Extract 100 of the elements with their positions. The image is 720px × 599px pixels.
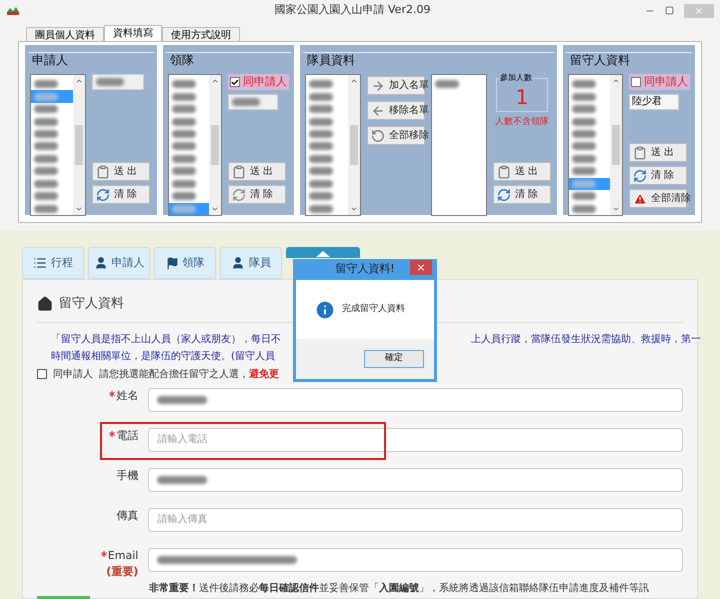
blurred-text bbox=[34, 192, 58, 200]
tab[interactable]: 申請人 bbox=[88, 247, 150, 279]
clear-button[interactable]: 清 除 bbox=[629, 166, 687, 185]
blurred-text bbox=[572, 130, 596, 138]
close-button[interactable]: × bbox=[410, 260, 432, 275]
scroll-thumb[interactable] bbox=[350, 125, 358, 165]
list-box[interactable] bbox=[305, 74, 361, 216]
group-title: 領隊 bbox=[168, 53, 196, 67]
scroll-down-icon[interactable] bbox=[612, 205, 620, 213]
blurred-text bbox=[34, 105, 58, 114]
tab[interactable]: 隊員 bbox=[220, 247, 282, 279]
list-icon bbox=[33, 256, 47, 270]
blurred-text bbox=[172, 180, 196, 188]
info-icon bbox=[314, 298, 336, 320]
blurred-text bbox=[34, 118, 58, 126]
list-item[interactable] bbox=[569, 178, 610, 190]
clear-button[interactable]: 清 除 bbox=[228, 185, 286, 204]
scroll-thumb[interactable] bbox=[612, 125, 620, 165]
tab[interactable]: 資料填寫 bbox=[104, 25, 162, 41]
same-as-applicant-checkbox[interactable] bbox=[37, 369, 47, 379]
person-icon bbox=[94, 256, 108, 270]
tab[interactable]: 團員個人資料 bbox=[26, 27, 104, 41]
clear-button[interactable]: 清 除 bbox=[92, 185, 150, 204]
scroll-down-icon[interactable] bbox=[75, 205, 83, 213]
blurred-text bbox=[172, 167, 196, 176]
blurred-text bbox=[572, 142, 596, 150]
field-note: (重要) bbox=[106, 564, 138, 580]
scrollbar[interactable] bbox=[348, 75, 360, 215]
blurred-text bbox=[309, 167, 333, 176]
scroll-up-icon[interactable] bbox=[350, 77, 358, 85]
group-title: 留守人資料 bbox=[568, 53, 632, 67]
tab[interactable]: 使用方式說明 bbox=[162, 27, 240, 41]
blurred-text bbox=[309, 92, 333, 101]
tab[interactable]: 領隊 bbox=[154, 247, 216, 279]
blurred-text bbox=[309, 142, 333, 150]
blurred-text bbox=[309, 192, 333, 200]
blurred-text bbox=[172, 130, 196, 138]
ok-button[interactable]: 確定 bbox=[364, 350, 424, 368]
blurred-text bbox=[572, 118, 596, 126]
blurred-text bbox=[572, 192, 596, 200]
maximize-icon[interactable] bbox=[665, 6, 674, 15]
blurred-text bbox=[572, 105, 596, 114]
name-field[interactable] bbox=[228, 94, 278, 110]
clipboard-icon bbox=[497, 164, 511, 178]
input-field[interactable] bbox=[148, 468, 683, 492]
scroll-thumb[interactable] bbox=[211, 125, 219, 165]
participant-count: 1 bbox=[516, 87, 528, 107]
checkbox-label: 同申請人 bbox=[53, 368, 93, 382]
intro-text: 上人員行蹤，當隊伍發生狀況需協助、救援時，第一 bbox=[471, 332, 701, 346]
name-field[interactable]: 陸少君 bbox=[629, 94, 679, 110]
tab[interactable]: 行程 bbox=[22, 247, 84, 279]
blurred-text bbox=[172, 80, 196, 88]
list-box[interactable] bbox=[168, 74, 222, 216]
scroll-down-icon[interactable] bbox=[211, 205, 219, 213]
dialog-title: 留守人資料! bbox=[335, 261, 395, 278]
blurred-text bbox=[34, 154, 58, 163]
list-item[interactable] bbox=[169, 202, 209, 215]
input-field[interactable] bbox=[148, 548, 683, 572]
scroll-down-icon[interactable] bbox=[350, 205, 358, 213]
scroll-up-icon[interactable] bbox=[75, 77, 83, 85]
blurred-text bbox=[34, 204, 58, 213]
close-icon bbox=[694, 6, 704, 16]
scrollbar[interactable] bbox=[73, 75, 85, 215]
home-icon bbox=[316, 251, 330, 257]
blurred-text bbox=[34, 167, 58, 176]
submit-button[interactable]: 送 出 bbox=[629, 143, 687, 162]
list-box[interactable] bbox=[431, 74, 487, 216]
blurred-text bbox=[309, 130, 333, 138]
blurred-text bbox=[309, 204, 333, 213]
blurred-text bbox=[309, 180, 333, 188]
list-box[interactable] bbox=[30, 74, 86, 216]
clear-button[interactable]: 清 除 bbox=[493, 185, 551, 204]
refresh-icon bbox=[96, 188, 110, 202]
submit-button[interactable]: 送 出 bbox=[493, 162, 551, 181]
blurred-text bbox=[435, 80, 459, 88]
blurred-text bbox=[34, 180, 58, 188]
submit-button[interactable]: 送 出 bbox=[228, 162, 286, 181]
blurred-text bbox=[572, 80, 596, 88]
submit-button[interactable]: 送 出 bbox=[92, 162, 150, 181]
blurred-text bbox=[309, 154, 333, 163]
blurred-text bbox=[309, 105, 333, 114]
tab[interactable] bbox=[286, 247, 360, 258]
blurred-text bbox=[572, 180, 596, 188]
blurred-text bbox=[34, 80, 58, 88]
blurred-text bbox=[172, 154, 196, 163]
name-field[interactable] bbox=[92, 74, 144, 90]
undo-icon bbox=[371, 128, 385, 142]
scroll-thumb[interactable] bbox=[75, 125, 83, 165]
clipboard-icon bbox=[96, 164, 110, 178]
field-label: 姓名 bbox=[116, 388, 138, 404]
list-box[interactable] bbox=[568, 74, 623, 216]
scroll-up-icon[interactable] bbox=[612, 77, 620, 85]
button-edge bbox=[37, 596, 90, 599]
input-field[interactable] bbox=[148, 388, 683, 412]
scroll-up-icon[interactable] bbox=[211, 77, 219, 85]
scrollbar[interactable] bbox=[209, 75, 221, 215]
window-title: 國家公園入園入山申請 Ver2.09 bbox=[274, 2, 430, 18]
app-icon bbox=[6, 6, 20, 16]
scrollbar[interactable] bbox=[610, 75, 622, 215]
notice-text: 請您挑選能配合擔任留守之人選，避免更 bbox=[99, 368, 279, 382]
